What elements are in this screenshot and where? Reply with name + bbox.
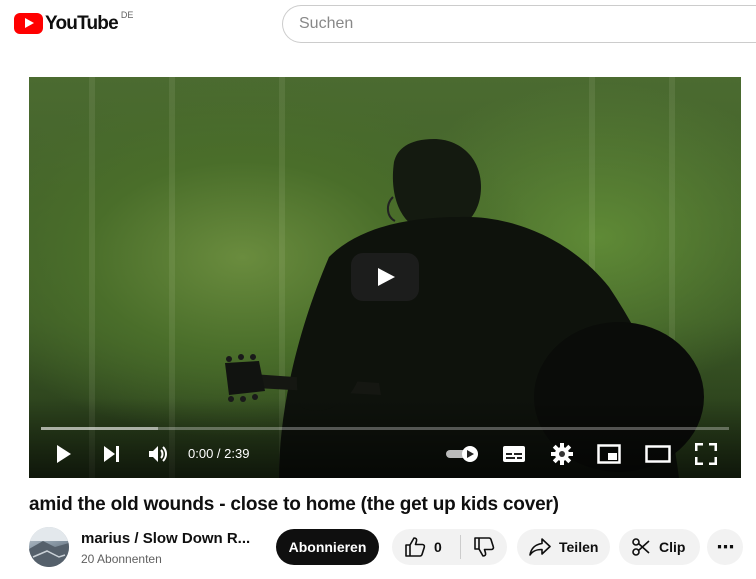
volume-icon	[149, 446, 167, 462]
autoplay-toggle[interactable]	[445, 441, 481, 467]
channel-avatar[interactable]	[29, 527, 69, 567]
logo-text: YouTube	[45, 13, 119, 34]
volume-button[interactable]	[146, 441, 172, 467]
subscriber-count: 20 Abonnenten	[81, 552, 162, 566]
like-count: 0	[434, 539, 442, 555]
settings-icon	[551, 443, 573, 465]
fullscreen-icon	[695, 443, 717, 465]
clip-button[interactable]: Clip	[619, 529, 700, 565]
play-button[interactable]	[51, 441, 77, 467]
theater-mode-button[interactable]	[644, 441, 672, 467]
search-input[interactable]	[282, 5, 756, 43]
subtitles-icon	[503, 446, 525, 462]
like-dislike-group: 0	[392, 529, 507, 565]
subtitles-button[interactable]	[501, 441, 527, 467]
thumbs-up-icon	[405, 537, 426, 557]
miniplayer-icon	[597, 444, 621, 464]
large-play-button[interactable]	[351, 253, 419, 301]
progress-loaded	[41, 427, 158, 430]
thumbs-down-icon	[474, 537, 495, 557]
more-actions-button[interactable]: ⋯	[707, 529, 743, 565]
avatar-image	[29, 527, 69, 567]
like-button[interactable]: 0	[392, 529, 461, 565]
video-player[interactable]: 0:00 / 2:39	[29, 77, 741, 478]
region-code: DE	[120, 10, 134, 20]
time-display: 0:00 / 2:39	[188, 446, 250, 461]
controls-gradient	[29, 398, 741, 478]
next-icon	[104, 446, 119, 462]
subscribe-button[interactable]: Abonnieren	[276, 529, 379, 565]
youtube-logo[interactable]: YouTube DE	[14, 10, 134, 35]
share-button[interactable]: Teilen	[517, 529, 610, 565]
dislike-button[interactable]	[461, 529, 507, 565]
video-title: amid the old wounds - close to home (the…	[29, 494, 559, 515]
channel-name[interactable]: marius / Slow Down R...	[81, 530, 250, 547]
theater-icon	[645, 445, 671, 463]
play-icon	[57, 445, 71, 463]
progress-bar[interactable]	[41, 427, 729, 430]
next-button[interactable]	[99, 441, 125, 467]
more-horizontal-icon: ⋯	[716, 536, 735, 557]
share-arrow-icon	[529, 538, 551, 556]
autoplay-toggle-icon	[446, 446, 478, 462]
miniplayer-button[interactable]	[596, 441, 622, 467]
settings-button[interactable]	[549, 441, 575, 467]
clip-label: Clip	[659, 539, 686, 555]
youtube-play-logo-icon	[14, 13, 43, 34]
fullscreen-button[interactable]	[693, 441, 719, 467]
share-label: Teilen	[559, 539, 599, 555]
scissors-icon	[632, 538, 650, 556]
